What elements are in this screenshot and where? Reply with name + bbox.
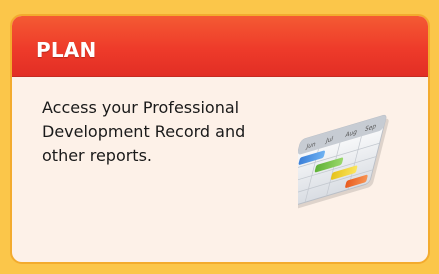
plan-card-link[interactable]	[12, 16, 428, 262]
page-frame: PLAN Access your Professional Developmen…	[0, 0, 439, 274]
plan-card[interactable]: PLAN Access your Professional Developmen…	[10, 14, 430, 264]
